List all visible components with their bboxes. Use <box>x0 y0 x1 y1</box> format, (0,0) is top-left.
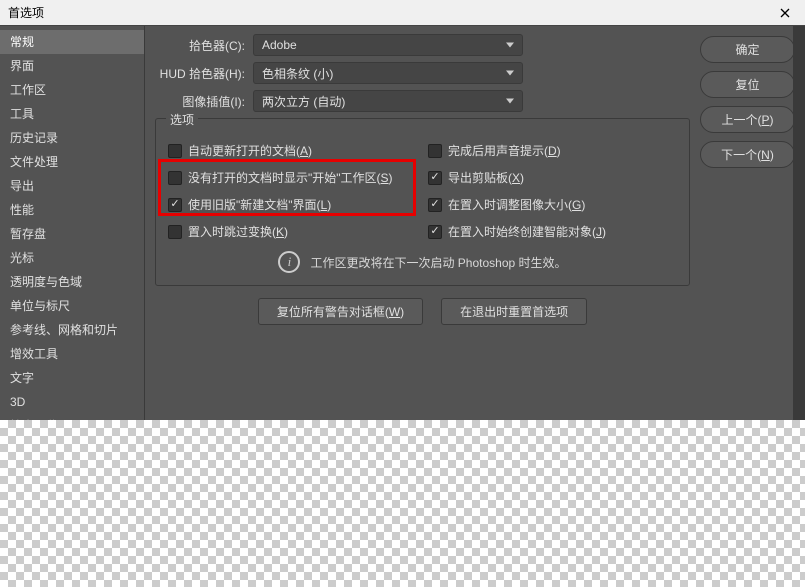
content-pane: 拾色器(C): Adobe HUD 拾色器(H): 色相条纹 (小) 图像插值(… <box>145 26 700 446</box>
checkbox-row[interactable]: 导出剪贴板(X) <box>428 164 606 191</box>
sidebar-item-7[interactable]: 性能 <box>0 198 144 222</box>
sidebar-item-15[interactable]: 3D <box>0 390 144 414</box>
ok-button[interactable]: 确定 <box>700 36 795 63</box>
checkbox-label: 在置入时始终创建智能对象(J) <box>448 223 606 240</box>
sidebar-item-10[interactable]: 透明度与色域 <box>0 270 144 294</box>
info-text: 工作区更改将在下一次启动 Photoshop 时生效。 <box>310 254 566 271</box>
sidebar-item-6[interactable]: 导出 <box>0 174 144 198</box>
checkbox-row[interactable]: 没有打开的文档时显示"开始"工作区(S) <box>168 164 428 191</box>
checkbox-label: 使用旧版"新建文档"界面(L) <box>188 196 331 213</box>
interp-label: 图像插值(I): <box>155 93 245 110</box>
sidebar-item-11[interactable]: 单位与标尺 <box>0 294 144 318</box>
sidebar-item-13[interactable]: 增效工具 <box>0 342 144 366</box>
picker-select[interactable]: Adobe <box>253 34 523 56</box>
buttons-column: 确定 复位 上一个(P) 下一个(N) <box>700 26 805 446</box>
prev-button[interactable]: 上一个(P) <box>700 106 795 133</box>
sidebar-item-2[interactable]: 工作区 <box>0 78 144 102</box>
sidebar-item-9[interactable]: 光标 <box>0 246 144 270</box>
checkbox-label: 置入时跳过变换(K) <box>188 223 288 240</box>
window-title: 首选项 <box>8 4 44 21</box>
checkbox[interactable] <box>428 225 442 239</box>
sidebar-item-1[interactable]: 界面 <box>0 54 144 78</box>
sidebar-item-0[interactable]: 常规 <box>0 30 144 54</box>
reset-button[interactable]: 复位 <box>700 71 795 98</box>
reset-warnings-button[interactable]: 复位所有警告对话框(W) <box>258 298 423 325</box>
transparent-canvas-area <box>0 420 805 587</box>
dialog-body: 常规界面工作区工具历史记录文件处理导出性能暂存盘光标透明度与色域单位与标尺参考线… <box>0 26 805 446</box>
checkbox[interactable] <box>428 171 442 185</box>
sidebar-item-5[interactable]: 文件处理 <box>0 150 144 174</box>
sidebar-item-3[interactable]: 工具 <box>0 102 144 126</box>
interp-select[interactable]: 两次立方 (自动) <box>253 90 523 112</box>
info-icon: i <box>278 251 300 273</box>
checkbox[interactable] <box>428 198 442 212</box>
sidebar: 常规界面工作区工具历史记录文件处理导出性能暂存盘光标透明度与色域单位与标尺参考线… <box>0 26 145 446</box>
sidebar-item-12[interactable]: 参考线、网格和切片 <box>0 318 144 342</box>
close-icon <box>780 8 790 18</box>
hud-label: HUD 拾色器(H): <box>155 65 245 82</box>
sidebar-item-4[interactable]: 历史记录 <box>0 126 144 150</box>
checkbox[interactable] <box>168 171 182 185</box>
checkbox-row[interactable]: 使用旧版"新建文档"界面(L) <box>168 191 428 218</box>
options-fieldset: 选项 自动更新打开的文档(A)没有打开的文档时显示"开始"工作区(S)使用旧版"… <box>155 118 690 286</box>
checkbox-row[interactable]: 置入时跳过变换(K) <box>168 218 428 245</box>
options-legend: 选项 <box>166 111 198 128</box>
picker-label: 拾色器(C): <box>155 37 245 54</box>
sidebar-item-8[interactable]: 暂存盘 <box>0 222 144 246</box>
reset-on-quit-button[interactable]: 在退出时重置首选项 <box>441 298 587 325</box>
checkbox-label: 自动更新打开的文档(A) <box>188 142 312 159</box>
checkbox-label: 在置入时调整图像大小(G) <box>448 196 585 213</box>
checkbox-row[interactable]: 自动更新打开的文档(A) <box>168 137 428 164</box>
checkbox-label: 导出剪贴板(X) <box>448 169 524 186</box>
checkbox-row[interactable]: 在置入时始终创建智能对象(J) <box>428 218 606 245</box>
next-button[interactable]: 下一个(N) <box>700 141 795 168</box>
right-strip <box>793 26 805 420</box>
checkbox[interactable] <box>168 225 182 239</box>
close-button[interactable] <box>765 0 805 26</box>
sidebar-item-14[interactable]: 文字 <box>0 366 144 390</box>
checkbox-label: 完成后用声音提示(D) <box>448 142 561 159</box>
checkbox-row[interactable]: 完成后用声音提示(D) <box>428 137 606 164</box>
titlebar: 首选项 <box>0 0 805 26</box>
checkbox[interactable] <box>428 144 442 158</box>
checkbox-row[interactable]: 在置入时调整图像大小(G) <box>428 191 606 218</box>
checkbox[interactable] <box>168 144 182 158</box>
hud-select[interactable]: 色相条纹 (小) <box>253 62 523 84</box>
checkbox[interactable] <box>168 198 182 212</box>
checkbox-label: 没有打开的文档时显示"开始"工作区(S) <box>188 169 393 186</box>
